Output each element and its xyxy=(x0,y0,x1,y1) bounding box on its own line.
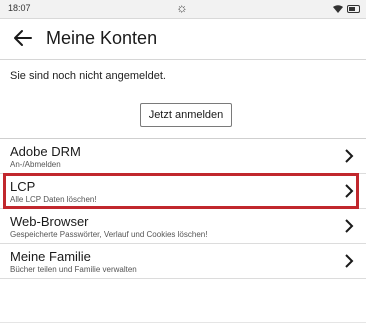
list-item-subtitle: Gespeicherte Passwörter, Verlauf und Coo… xyxy=(10,230,208,239)
list-item-title: Adobe DRM xyxy=(10,144,81,159)
screen: 18:07 ☼ Meine Konten Sie sind noch nicht… xyxy=(0,0,366,323)
list-item-web-browser[interactable]: Web-Browser Gespeicherte Passwörter, Ver… xyxy=(0,209,366,244)
list-item-title: Web-Browser xyxy=(10,214,89,229)
battery-icon xyxy=(347,5,360,13)
chevron-right-icon xyxy=(345,149,354,163)
page-title: Meine Konten xyxy=(46,28,158,48)
chevron-right-icon xyxy=(345,219,354,233)
header: Meine Konten xyxy=(0,19,366,60)
list-item-title: Meine Familie xyxy=(10,249,91,264)
list-item-meine-familie[interactable]: Meine Familie Bücher teilen und Familie … xyxy=(0,244,366,279)
sun-icon: ☼ xyxy=(176,0,188,15)
list-item-subtitle: Bücher teilen und Familie verwalten xyxy=(10,265,137,274)
login-notice: Sie sind noch nicht angemeldet. xyxy=(10,70,166,82)
status-time: 18:07 xyxy=(8,3,31,13)
account-list: Adobe DRM An-/Abmelden LCP Alle LCP Date… xyxy=(0,139,366,279)
chevron-right-icon xyxy=(345,254,354,268)
list-item-adobe-drm[interactable]: Adobe DRM An-/Abmelden xyxy=(0,139,366,174)
highlight-box xyxy=(3,173,359,209)
login-button[interactable]: Jetzt anmelden xyxy=(140,103,232,127)
arrow-left-icon[interactable] xyxy=(12,27,34,49)
list-item-subtitle: An-/Abmelden xyxy=(10,160,61,169)
wifi-icon xyxy=(333,5,343,13)
status-bar: 18:07 ☼ xyxy=(0,0,366,19)
